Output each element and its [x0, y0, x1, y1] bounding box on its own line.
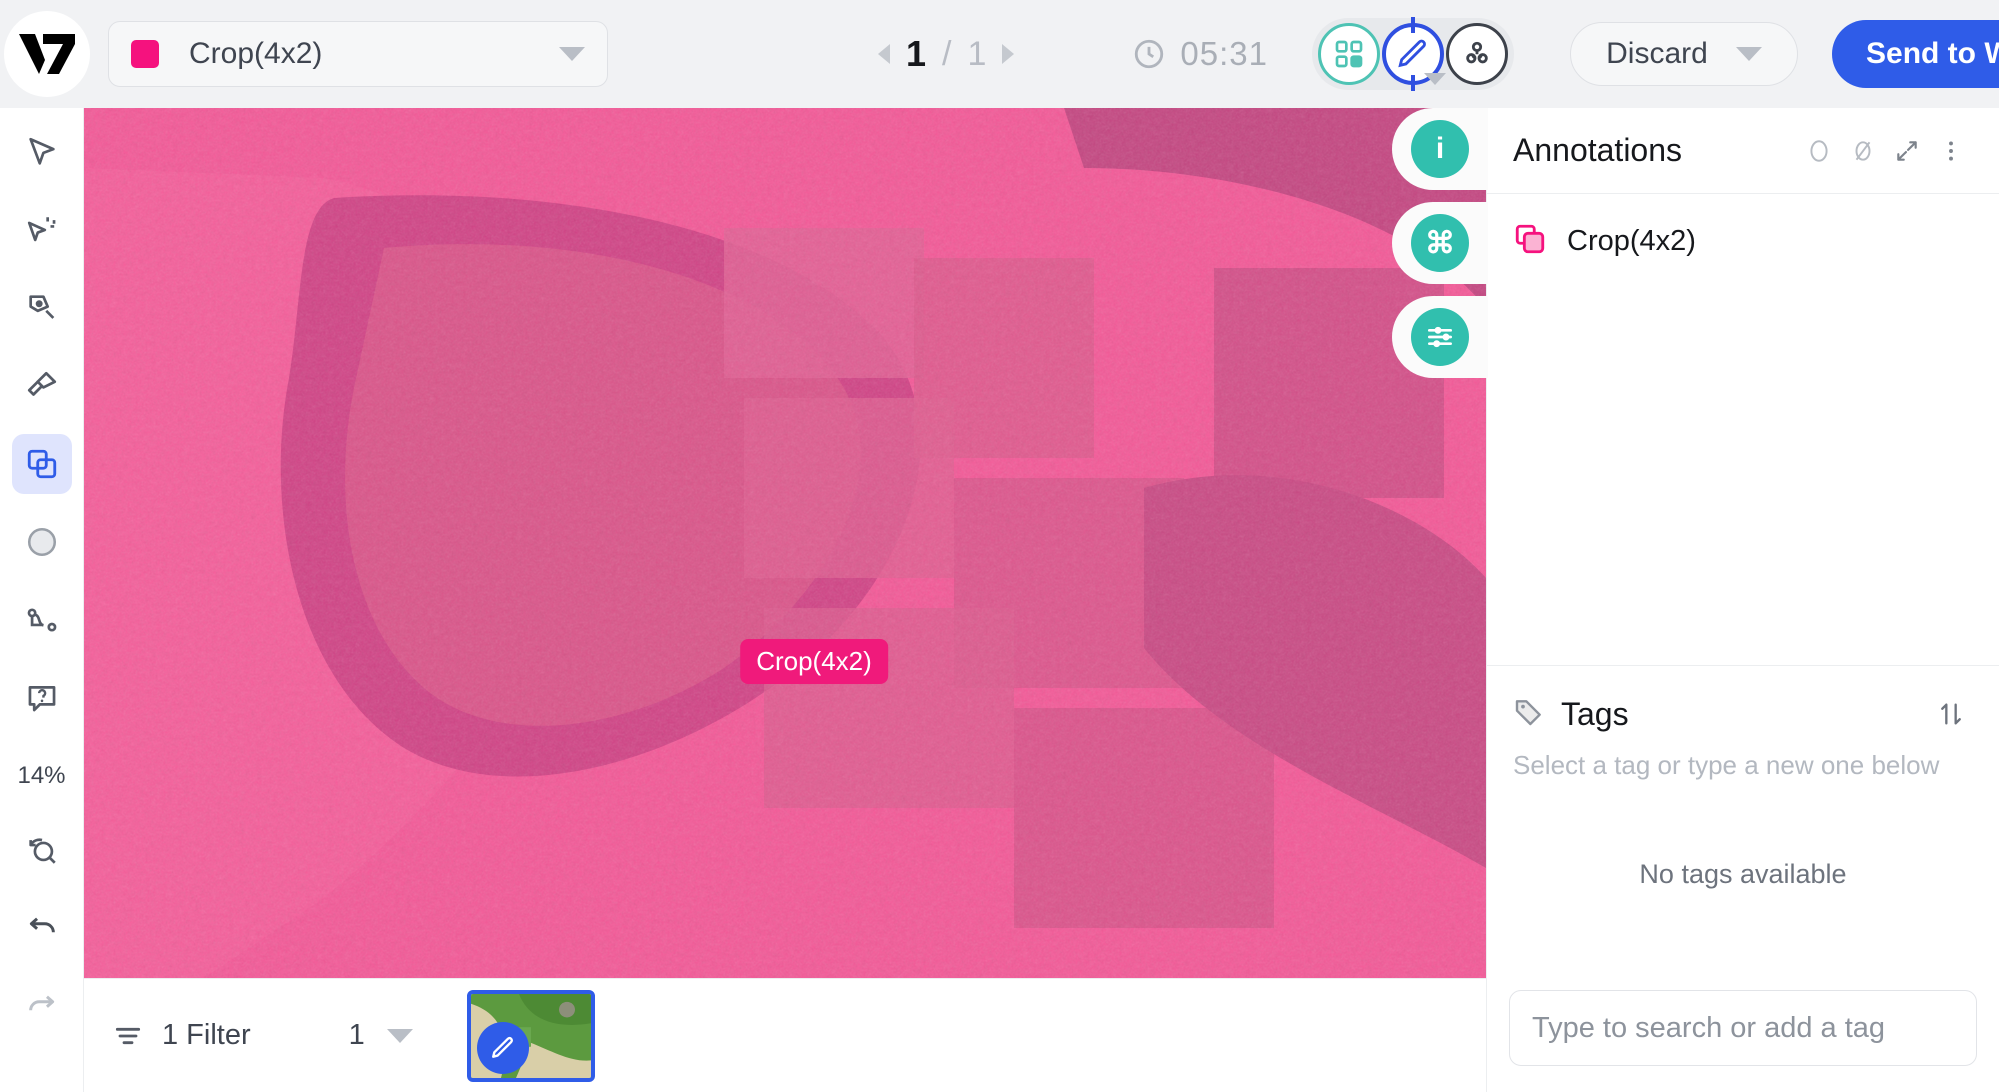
- skeleton-icon: [25, 603, 59, 637]
- discard-label: Discard: [1606, 37, 1708, 71]
- filter-lines-icon: [112, 1020, 144, 1052]
- current-page: 1: [906, 33, 926, 75]
- item-count-selector[interactable]: 1: [349, 1019, 413, 1052]
- annotations-list: Crop(4x2): [1487, 194, 1999, 289]
- circle-outline-icon[interactable]: [1797, 129, 1841, 173]
- info-button[interactable]: i: [1392, 108, 1488, 190]
- tag-icon: [1513, 696, 1545, 733]
- canvas-annotation-label[interactable]: Crop(4x2): [740, 639, 888, 684]
- class-selector[interactable]: Crop(4x2): [108, 21, 608, 87]
- timer-value: 05:31: [1180, 35, 1268, 73]
- tag-search-input[interactable]: [1532, 1012, 1954, 1045]
- page-navigator: 1 / 1: [878, 33, 1014, 75]
- filter-label: 1 Filter: [162, 1019, 251, 1052]
- filter-button[interactable]: 1 Filter: [112, 1019, 251, 1052]
- redo-button[interactable]: [12, 976, 72, 1036]
- session-timer: 05:31: [1132, 35, 1268, 73]
- chevron-down-icon: [1736, 47, 1762, 61]
- cursor-icon: [25, 135, 59, 169]
- settings-button[interactable]: [1392, 296, 1488, 378]
- zoom-reset-icon: [25, 833, 59, 867]
- annotate-stage[interactable]: [1382, 23, 1444, 85]
- webhook-icon: [1460, 37, 1494, 71]
- chevron-down-icon: [559, 47, 585, 61]
- circle-icon: [25, 525, 59, 559]
- right-panel: Annotations Crop(4: [1486, 108, 1999, 1092]
- info-icon: i: [1411, 120, 1469, 178]
- chevron-down-icon[interactable]: [1424, 73, 1446, 85]
- send-to-webhook-button[interactable]: Send to Webhook: [1832, 20, 1999, 88]
- skeleton-tool[interactable]: [12, 590, 72, 650]
- circle-slash-icon[interactable]: [1841, 129, 1885, 173]
- polygon-tool[interactable]: [12, 278, 72, 338]
- prev-page-icon[interactable]: [878, 44, 890, 64]
- annotations-panel-header: Annotations: [1487, 108, 1999, 194]
- kebab-menu-icon[interactable]: [1929, 129, 1973, 173]
- discard-button[interactable]: Discard: [1570, 22, 1798, 86]
- expand-arrows-icon[interactable]: [1885, 129, 1929, 173]
- item-count-label: 1: [349, 1019, 365, 1052]
- class-selector-label: Crop(4x2): [189, 37, 559, 71]
- annotations-title: Annotations: [1513, 132, 1797, 169]
- question-bubble-icon: [25, 681, 59, 715]
- select-tool[interactable]: [12, 122, 72, 182]
- image-thumbnail[interactable]: [467, 990, 595, 1082]
- sort-arrows-icon[interactable]: [1929, 692, 1973, 736]
- next-page-icon[interactable]: [1002, 44, 1014, 64]
- dataset-stage[interactable]: [1318, 23, 1380, 85]
- tags-title: Tags: [1561, 696, 1913, 733]
- annotation-list-item[interactable]: Crop(4x2): [1487, 210, 1999, 273]
- total-pages: 1: [967, 35, 986, 74]
- tag-search-input-wrap[interactable]: [1509, 990, 1977, 1066]
- undo-button[interactable]: [12, 898, 72, 958]
- v7-logo-icon: [15, 26, 79, 82]
- undo-icon: [25, 911, 59, 945]
- panel-spacer: [1487, 289, 1999, 665]
- tags-section: Tags Select a tag or type a new one belo…: [1487, 665, 1999, 1092]
- bottom-bar: 1 Filter 1: [84, 978, 1486, 1092]
- tags-hint: Select a tag or type a new one below: [1487, 736, 1999, 781]
- stage-connector-top: [1411, 17, 1415, 33]
- sliders-icon: [1411, 308, 1469, 366]
- auto-annotate-tool[interactable]: [12, 200, 72, 260]
- magic-cursor-icon: [25, 213, 59, 247]
- redo-icon: [25, 989, 59, 1023]
- shortcuts-button[interactable]: ⌘: [1392, 202, 1488, 284]
- tags-empty-state: No tags available: [1487, 781, 1999, 990]
- ellipse-tool[interactable]: [12, 512, 72, 572]
- v7-logo[interactable]: [4, 11, 90, 97]
- command-icon: ⌘: [1411, 214, 1469, 272]
- workflow-stages: [1312, 18, 1514, 90]
- pencil-icon: [1396, 37, 1430, 71]
- brush-icon: [25, 369, 59, 403]
- chevron-down-icon: [387, 1029, 413, 1043]
- pen-icon: [25, 291, 59, 325]
- annotation-label: Crop(4x2): [1567, 225, 1696, 258]
- help-tool[interactable]: [12, 668, 72, 728]
- brush-tool[interactable]: [12, 356, 72, 416]
- webhook-stage[interactable]: [1446, 23, 1508, 85]
- page-separator: /: [942, 35, 951, 74]
- top-toolbar: Crop(4x2) 1 / 1 05:31: [0, 0, 1999, 108]
- grid-icon: [1333, 38, 1365, 70]
- stage-connector-bottom: [1411, 75, 1415, 91]
- aerial-image: [84, 108, 1486, 978]
- zoom-level: 14%: [17, 762, 65, 790]
- clock-icon: [1132, 37, 1166, 71]
- canvas-side-buttons: i ⌘: [1392, 108, 1488, 378]
- bounding-box-icon: [25, 447, 59, 481]
- bounding-box-icon: [1513, 222, 1547, 261]
- pencil-icon: [477, 1022, 529, 1074]
- tags-header: Tags: [1487, 666, 1999, 736]
- class-color-swatch: [131, 40, 159, 68]
- annotation-canvas[interactable]: Crop(4x2): [84, 108, 1486, 978]
- zoom-reset-button[interactable]: [12, 820, 72, 880]
- bounding-box-tool[interactable]: [12, 434, 72, 494]
- left-tool-sidebar: 14%: [0, 108, 84, 1092]
